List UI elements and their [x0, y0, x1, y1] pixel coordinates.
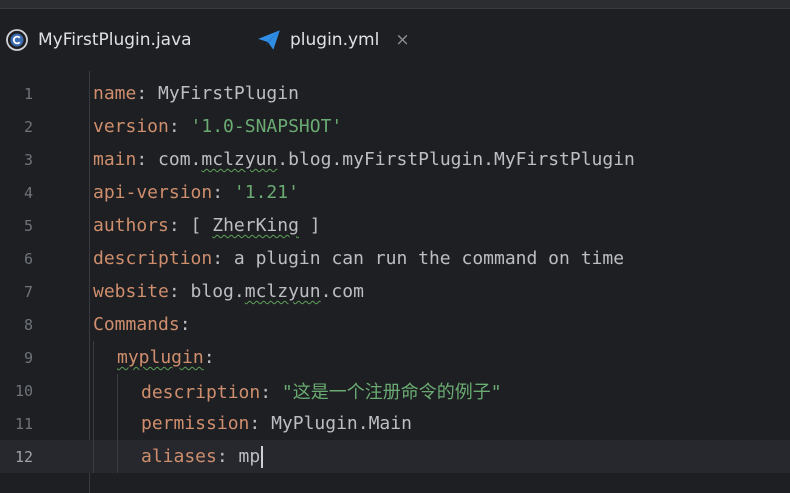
spelling-mark: mclzyun: [201, 149, 278, 170]
yaml-key: website: [93, 281, 169, 302]
code-line-3[interactable]: 3 main: com.mclzyun.blog.myFirstPlugin.M…: [0, 143, 790, 176]
code-line-9[interactable]: 9 myplugin:: [0, 341, 790, 374]
close-icon[interactable]: ×: [395, 30, 409, 50]
java-class-icon: [4, 27, 30, 53]
line-code: Commands:: [93, 314, 191, 335]
code-line-10[interactable]: 10 description: "这是一个注册命令的例子": [0, 374, 790, 407]
yaml-value: [ ZherKing ]: [190, 215, 321, 236]
yaml-separator: :: [212, 248, 234, 269]
line-number: 8: [23, 315, 33, 334]
line-code: description: a plugin can run the comman…: [93, 248, 624, 269]
yaml-key: aliases: [141, 445, 217, 467]
yaml-separator: :: [212, 182, 234, 203]
code-lines: 1 name: MyFirstPlugin 2 version: '1.0-SN…: [0, 77, 790, 473]
yaml-key: permission: [141, 413, 250, 434]
yaml-separator: :: [249, 413, 272, 434]
yaml-separator: :: [179, 314, 191, 335]
line-code: authors: [ ZherKing ]: [93, 215, 321, 236]
code-line-8[interactable]: 8 Commands:: [0, 308, 790, 341]
code-line-6[interactable]: 6 description: a plugin can run the comm…: [0, 242, 790, 275]
yaml-separator: :: [203, 347, 215, 368]
code-line-2[interactable]: 2 version: '1.0-SNAPSHOT': [0, 110, 790, 143]
yaml-key: Commands: [93, 314, 180, 335]
tab-myfirstplugin-java[interactable]: MyFirstPlugin.java: [4, 9, 192, 71]
code-line-5[interactable]: 5 authors: [ ZherKing ]: [0, 209, 790, 242]
yaml-value: a plugin can run the command on time: [233, 248, 625, 269]
code-line-11[interactable]: 11 permission: MyPlugin.Main: [0, 407, 790, 440]
indent-guide: [93, 407, 94, 440]
line-code: api-version: '1.21': [93, 182, 299, 203]
line-code: description: "这是一个注册命令的例子": [141, 378, 502, 404]
yaml-string-value: '1.21': [233, 182, 299, 203]
editor-tab-bar: MyFirstPlugin.java plugin.yml ×: [0, 9, 790, 78]
tab-label: plugin.yml: [290, 30, 380, 50]
spelling-mark: ZherKing: [212, 215, 299, 236]
yaml-key: myplugin: [117, 347, 204, 368]
yaml-key: description: [93, 248, 213, 269]
yaml-value: mp: [238, 445, 261, 467]
line-number: 6: [23, 249, 33, 268]
line-number: 7: [23, 282, 33, 301]
code-line-12[interactable]: 12 aliases: mp: [0, 440, 790, 473]
indent-guide: [117, 374, 118, 407]
indent-guide: [117, 407, 118, 440]
tab-plugin-yml[interactable]: plugin.yml ×: [256, 9, 410, 71]
line-code: version: '1.0-SNAPSHOT': [93, 116, 342, 137]
yaml-key: description: [141, 381, 261, 403]
yaml-separator: :: [136, 149, 159, 170]
line-code: aliases: mp: [141, 445, 264, 468]
yaml-key: name: [93, 83, 137, 104]
yaml-separator: :: [136, 83, 159, 104]
code-line-7[interactable]: 7 website: blog.mclzyun.com: [0, 275, 790, 308]
yaml-key: api-version: [93, 182, 213, 203]
line-number: 4: [23, 183, 33, 202]
spelling-mark: mclzyun: [244, 281, 321, 302]
code-line-4[interactable]: 4 api-version: '1.21': [0, 176, 790, 209]
line-code: website: blog.mclzyun.com: [93, 281, 364, 302]
yaml-plugin-icon: [256, 27, 282, 53]
line-code: permission: MyPlugin.Main: [141, 413, 412, 434]
yaml-separator: :: [168, 215, 191, 236]
text-caret: [261, 445, 264, 468]
line-number: 10: [14, 381, 33, 400]
code-line-1[interactable]: 1 name: MyFirstPlugin: [0, 77, 790, 110]
line-number: 2: [23, 117, 33, 136]
tab-label: MyFirstPlugin.java: [38, 30, 192, 50]
yaml-separator: :: [168, 116, 191, 137]
line-number: 1: [23, 84, 33, 103]
line-number: 3: [23, 150, 33, 169]
yaml-value: blog.mclzyun.com: [190, 281, 364, 302]
yaml-value: MyFirstPlugin: [158, 83, 299, 104]
yaml-key: authors: [93, 215, 169, 236]
yaml-value: com.mclzyun.blog.myFirstPlugin.MyFirstPl…: [158, 149, 635, 170]
indent-guide: [93, 341, 94, 374]
yaml-string-value: '1.0-SNAPSHOT': [190, 116, 343, 137]
line-number: 12: [14, 447, 33, 466]
line-number: 5: [23, 216, 33, 235]
yaml-separator: :: [260, 381, 282, 403]
line-number: 9: [23, 348, 33, 367]
code-editor[interactable]: 1 name: MyFirstPlugin 2 version: '1.0-SN…: [0, 71, 790, 493]
line-code: main: com.mclzyun.blog.myFirstPlugin.MyF…: [93, 149, 635, 170]
indent-guide: [93, 374, 94, 407]
yaml-key: version: [93, 116, 169, 137]
line-number: 11: [14, 414, 33, 433]
title-bar-strip: [0, 0, 790, 9]
yaml-separator: :: [168, 281, 191, 302]
indent-guide: [93, 440, 94, 473]
yaml-value: MyPlugin.Main: [271, 413, 412, 434]
line-code: name: MyFirstPlugin: [93, 83, 299, 104]
yaml-separator: :: [216, 445, 239, 467]
yaml-string-value: "这是一个注册命令的例子": [281, 381, 502, 403]
line-code: myplugin:: [117, 347, 215, 368]
indent-guide: [117, 440, 118, 473]
yaml-key: main: [93, 149, 137, 170]
